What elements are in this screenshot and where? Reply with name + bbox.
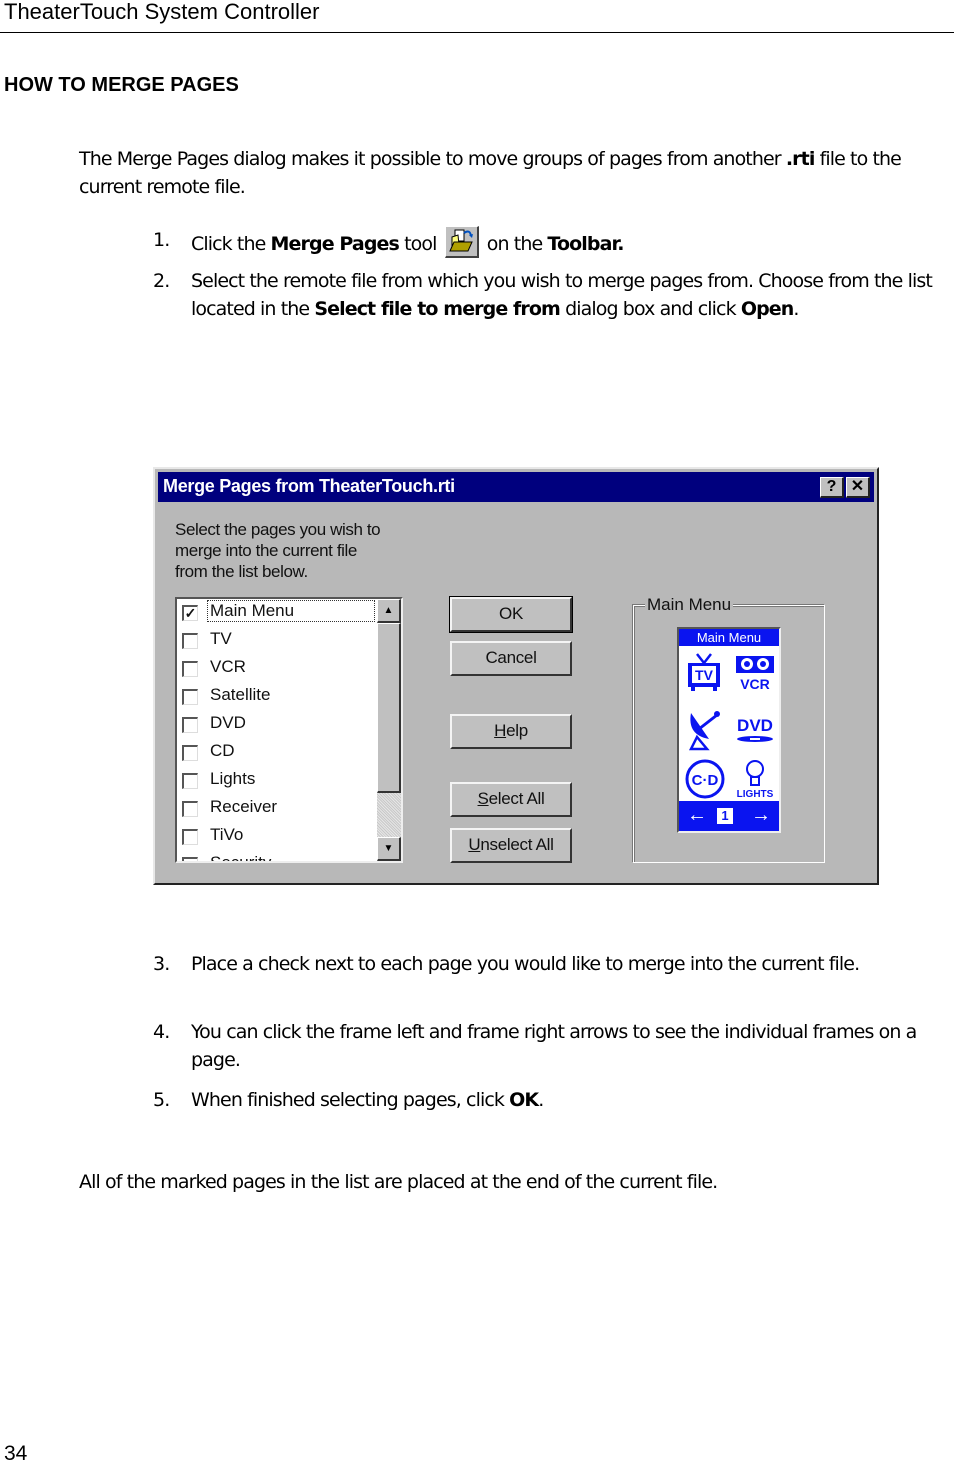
- frame-left-arrow[interactable]: ←: [687, 804, 707, 827]
- step-5: 5. When finished selecting pages, click …: [153, 1086, 943, 1114]
- cd-icon: C·D: [685, 759, 725, 799]
- step-text: You can click the frame left and frame r…: [191, 1021, 917, 1071]
- merge-pages-term: Merge Pages: [270, 233, 400, 255]
- merge-pages-dialog: Merge Pages from TheaterTouch.rti ? ✕ Se…: [153, 467, 879, 885]
- vcr-icon: VCR: [736, 656, 774, 692]
- checkbox[interactable]: [182, 633, 198, 649]
- rti-extension: .rti: [785, 148, 815, 170]
- frame-navigation: ← 1 →: [679, 801, 779, 831]
- page-number: 34: [4, 1442, 28, 1465]
- checkbox[interactable]: [182, 829, 198, 845]
- closing-paragraph: All of the marked pages in the list are …: [79, 1171, 718, 1193]
- frame-right-arrow[interactable]: →: [751, 804, 771, 827]
- section-heading: HOW TO MERGE PAGES: [4, 74, 239, 96]
- step-text: on the: [481, 233, 548, 255]
- step-text: .: [793, 298, 799, 320]
- checkbox[interactable]: [182, 857, 198, 861]
- page-preview: Main Menu TV VCR DVD C·D LIGHTS ← 1 →: [677, 627, 781, 833]
- help-title-button[interactable]: ?: [820, 477, 844, 498]
- help-button[interactable]: Help: [450, 714, 572, 749]
- unselect-all-button[interactable]: Unselect All: [450, 828, 572, 863]
- preview-group-label: Main Menu: [645, 595, 734, 615]
- svg-text:TV: TV: [695, 667, 714, 683]
- checkbox[interactable]: [182, 661, 198, 677]
- intro-paragraph: The Merge Pages dialog makes it possible…: [79, 145, 941, 201]
- step-number: 1.: [153, 229, 170, 251]
- step-number: 5.: [153, 1089, 170, 1111]
- step-1: 1. Click the Merge Pages tool on the Too…: [153, 226, 943, 258]
- intro-text: The Merge Pages dialog makes it possible…: [79, 148, 786, 170]
- preview-title: Main Menu: [679, 629, 779, 646]
- step-2: 2. Select the remote file from which you…: [153, 267, 943, 323]
- checkbox[interactable]: [182, 717, 198, 733]
- ok-term: OK: [509, 1089, 539, 1111]
- step-text: dialog box and click: [559, 298, 741, 320]
- scroll-down-button[interactable]: ▼: [377, 837, 401, 861]
- scroll-up-button[interactable]: ▲: [377, 599, 401, 623]
- svg-text:VCR: VCR: [740, 676, 770, 692]
- step-3: 3. Place a check next to each page you w…: [153, 950, 943, 978]
- dialog-titlebar[interactable]: Merge Pages from TheaterTouch.rti ? ✕: [158, 472, 874, 502]
- instruction-line: from the list below.: [175, 562, 308, 581]
- list-scrollbar[interactable]: ▲ ▼: [377, 599, 401, 861]
- frame-number: 1: [717, 808, 733, 824]
- close-button[interactable]: ✕: [846, 477, 870, 498]
- ok-button[interactable]: OK: [449, 596, 573, 633]
- checkbox[interactable]: [182, 745, 198, 761]
- checkbox-checked[interactable]: ✓: [182, 605, 198, 621]
- dvd-icon: DVD: [737, 716, 773, 742]
- step-text: Place a check next to each page you woul…: [191, 953, 860, 975]
- svg-text:DVD: DVD: [737, 716, 773, 735]
- scroll-thumb[interactable]: [377, 623, 401, 793]
- dialog-title: Merge Pages from TheaterTouch.rti: [163, 476, 455, 496]
- instruction-line: Select the pages you wish to: [175, 520, 381, 539]
- dialog-instructions: Select the pages you wish to merge into …: [175, 519, 381, 582]
- header-rule: [0, 32, 954, 33]
- lights-icon: LIGHTS: [737, 760, 774, 800]
- checkbox[interactable]: [182, 773, 198, 789]
- svg-text:LIGHTS: LIGHTS: [737, 789, 774, 800]
- step-text: Click the: [191, 233, 271, 255]
- select-file-term: Select file to merge from: [314, 298, 561, 320]
- merge-pages-tool-icon: [444, 226, 479, 258]
- step-text: When finished selecting pages, click: [191, 1089, 510, 1111]
- open-term: Open: [740, 298, 794, 320]
- toolbar-term: Toolbar.: [547, 233, 624, 255]
- step-text: .: [538, 1089, 544, 1111]
- checkbox[interactable]: [182, 689, 198, 705]
- step-text: tool: [398, 233, 442, 255]
- svg-text:C·D: C·D: [692, 772, 719, 789]
- select-all-button[interactable]: Select All: [450, 782, 572, 817]
- pages-listbox[interactable]: ✓ Main Menu TV VCR Satellite DVD CD Light…: [175, 597, 403, 863]
- instruction-line: merge into the current file: [175, 541, 357, 560]
- step-number: 4.: [153, 1021, 170, 1043]
- running-header: TheaterTouch System Controller: [4, 0, 320, 24]
- tv-icon: TV: [688, 653, 720, 691]
- step-4: 4. You can click the frame left and fram…: [153, 1018, 943, 1074]
- step-number: 3.: [153, 953, 170, 975]
- checkbox[interactable]: [182, 801, 198, 817]
- cancel-button[interactable]: Cancel: [450, 641, 572, 676]
- step-number: 2.: [153, 270, 170, 292]
- satellite-icon: [688, 711, 720, 751]
